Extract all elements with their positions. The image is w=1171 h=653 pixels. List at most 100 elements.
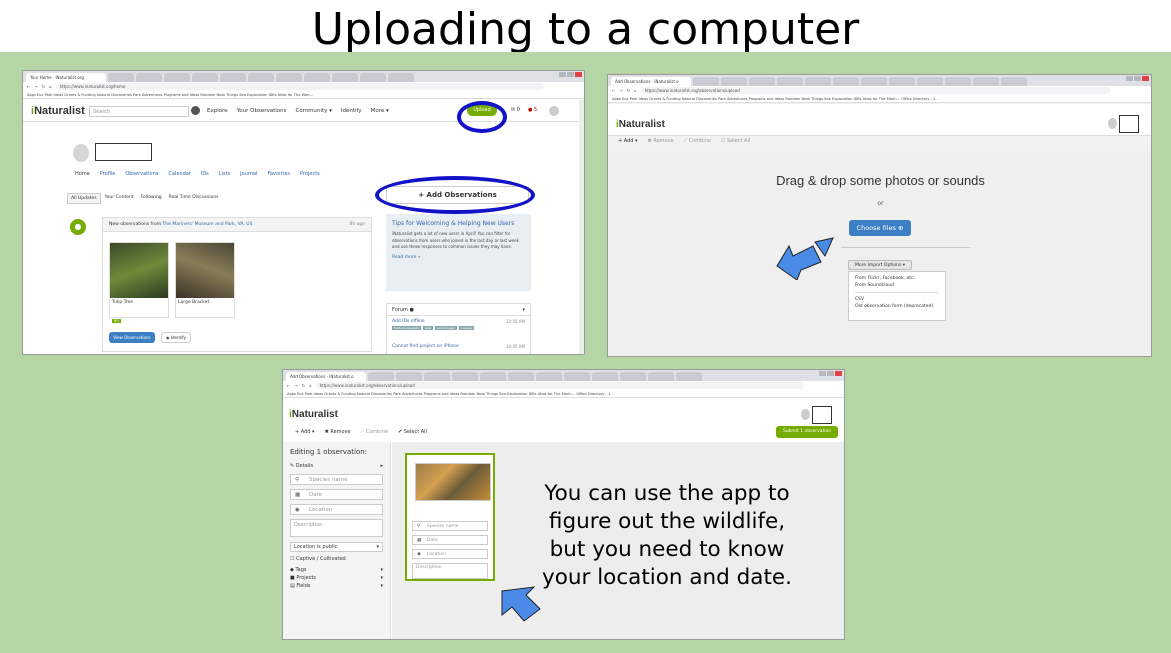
browser-tab[interactable]	[777, 77, 803, 86]
browser-tab[interactable]	[889, 77, 915, 86]
tab-calendar[interactable]: Calendar	[168, 171, 190, 177]
nav-more[interactable]: More ▾	[371, 108, 389, 114]
browser-tab[interactable]	[805, 77, 831, 86]
home-icon[interactable]: ⌂	[309, 383, 312, 388]
browser-tab[interactable]	[676, 372, 702, 381]
browser-tab[interactable]	[648, 372, 674, 381]
forward-icon[interactable]: →	[619, 88, 622, 93]
browser-tab[interactable]	[564, 372, 590, 381]
user-avatar[interactable]	[801, 409, 810, 420]
species-name-input[interactable]: ⚲ Species name	[290, 474, 383, 485]
card-species-input[interactable]: ⚲ Species name	[412, 521, 488, 531]
browser-tab[interactable]	[945, 77, 971, 86]
home-icon[interactable]: ⌂	[634, 88, 637, 93]
add-button[interactable]: + Add ▾	[295, 429, 315, 435]
browser-tab[interactable]	[917, 77, 943, 86]
inaturalist-logo[interactable]: iNaturalist	[31, 105, 85, 117]
forum-item[interactable]: Add IDs offline 10:50 AM feature-request…	[387, 316, 530, 344]
browser-tab[interactable]	[749, 77, 775, 86]
maximize-icon[interactable]	[1134, 76, 1141, 81]
browser-tab[interactable]	[396, 372, 422, 381]
browser-tab[interactable]	[388, 73, 414, 82]
combine-button[interactable]: ⟋ Combine	[361, 429, 388, 435]
captive-checkbox[interactable]: ☐ Captive / Cultivated	[290, 556, 383, 562]
user-avatar[interactable]	[549, 106, 559, 116]
maximize-icon[interactable]	[827, 371, 834, 376]
browser-tab[interactable]	[536, 372, 562, 381]
nav-identify[interactable]: Identify	[341, 108, 362, 114]
observation-card[interactable]: ⚲ Species name ▦ Date ◉ Location Descriptio…	[405, 453, 495, 581]
url-field[interactable]: https://www.inaturalist.org/home	[55, 83, 544, 90]
browser-tab[interactable]	[620, 372, 646, 381]
forward-icon[interactable]: →	[294, 383, 297, 388]
menu-item-csv[interactable]: CSV	[855, 296, 939, 303]
nav-community[interactable]: Community ▾	[296, 108, 332, 114]
view-observations-button[interactable]: View Observations	[109, 332, 155, 343]
menu-item-soundcloud[interactable]: From Soundcloud	[855, 282, 939, 289]
chevron-down-icon[interactable]: ▾	[522, 304, 525, 316]
search-input[interactable]: Search	[89, 106, 189, 117]
browser-tab[interactable]	[424, 372, 450, 381]
forum-tag[interactable]: web	[422, 326, 434, 330]
url-field[interactable]: https://www.inaturalist.org/observations…	[315, 382, 804, 389]
back-icon[interactable]: ←	[27, 84, 30, 89]
subtab-your-content[interactable]: Your Content	[102, 193, 137, 204]
tab-projects[interactable]: Projects	[300, 171, 320, 177]
url-field[interactable]: https://www.inaturalist.org/observations…	[640, 87, 1111, 94]
reload-icon[interactable]: ↻	[302, 383, 305, 388]
browser-tab[interactable]	[136, 73, 162, 82]
nav-explore[interactable]: Explore	[207, 108, 228, 114]
browser-tab-active[interactable]: Your Home · iNaturalist.org	[26, 73, 106, 82]
browser-tab-active[interactable]: Add Observations · iNaturalist.o	[611, 77, 691, 86]
browser-tab[interactable]	[452, 372, 478, 381]
projects-section[interactable]: ■ Projects ▾	[290, 575, 383, 581]
choose-files-button[interactable]: Choose files ⊕	[849, 220, 911, 236]
tab-observations[interactable]: Observations	[125, 171, 158, 177]
submit-button[interactable]: Submit 1 observation	[776, 426, 838, 438]
menu-item-flickr[interactable]: From Flickr, Facebook, etc.	[855, 275, 939, 282]
browser-tab[interactable]	[304, 73, 330, 82]
browser-tab[interactable]	[973, 77, 999, 86]
forum-tag[interactable]: ios-app	[459, 326, 475, 330]
observation-tile[interactable]: Tulip Tree RG	[109, 242, 169, 323]
browser-tab[interactable]	[508, 372, 534, 381]
maximize-icon[interactable]	[567, 72, 574, 77]
select-all-button[interactable]: ☐ Select All	[721, 138, 750, 144]
add-button[interactable]: + Add ▾	[618, 138, 638, 144]
reload-icon[interactable]: ↻	[42, 84, 45, 89]
location-input[interactable]: ◉ Location	[290, 504, 383, 515]
tab-journal[interactable]: Journal	[240, 171, 257, 177]
browser-tab[interactable]	[861, 77, 887, 86]
subtab-all-updates[interactable]: All Updates	[67, 193, 101, 204]
reload-icon[interactable]: ↻	[627, 88, 630, 93]
menu-item-old-form[interactable]: Old observation form (deprecated)	[855, 303, 939, 310]
observation-tile[interactable]: Large Bracket	[175, 242, 235, 318]
scrollbar[interactable]	[579, 100, 584, 354]
inaturalist-logo[interactable]: iNaturalist	[289, 409, 338, 420]
close-icon[interactable]	[575, 72, 582, 77]
nav-your-observations[interactable]: Your Observations	[237, 108, 287, 114]
tab-ids[interactable]: IDs	[201, 171, 209, 177]
tab-lists[interactable]: Lists	[219, 171, 230, 177]
close-icon[interactable]	[835, 371, 842, 376]
location-public-select[interactable]: Location is public ▾	[290, 542, 383, 552]
tips-title[interactable]: Tips for Welcoming & Helping New Users	[392, 220, 525, 227]
card-location-input[interactable]: ◉ Location	[412, 549, 488, 559]
identify-button[interactable]: ◉ Identify	[161, 332, 191, 343]
search-icon[interactable]	[191, 106, 200, 115]
feed-place-link[interactable]: The Mariners' Museum and Park, VA, US	[163, 222, 253, 227]
minimize-icon[interactable]	[559, 72, 566, 77]
card-date-input[interactable]: ▦ Date	[412, 535, 488, 545]
browser-tab[interactable]	[833, 77, 859, 86]
home-icon[interactable]: ⌂	[49, 84, 52, 89]
browser-tab[interactable]	[332, 73, 358, 82]
browser-tab[interactable]	[192, 73, 218, 82]
browser-tab[interactable]	[721, 77, 747, 86]
tags-section[interactable]: ◆ Tags ▾	[290, 567, 383, 573]
select-all-button[interactable]: ✔ Select All	[398, 429, 427, 435]
subtab-following[interactable]: Following	[138, 193, 165, 204]
minimize-icon[interactable]	[819, 371, 826, 376]
close-icon[interactable]	[1142, 76, 1149, 81]
browser-tab-active[interactable]: Add Observations · iNaturalist.o	[286, 372, 366, 381]
browser-tab[interactable]	[360, 73, 386, 82]
